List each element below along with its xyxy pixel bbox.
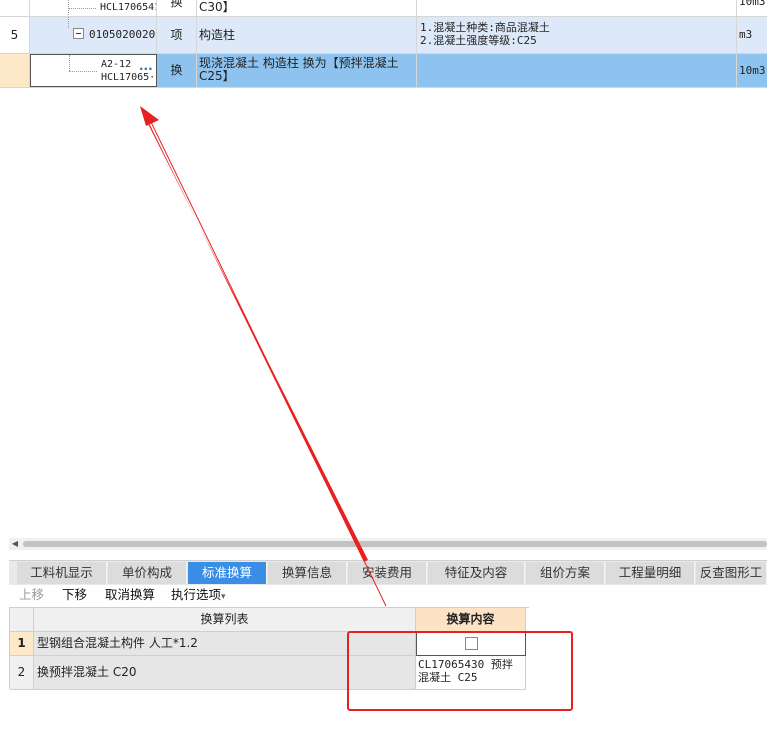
more-button[interactable]: ··· — [139, 62, 153, 76]
annotation-arrow-wedge — [140, 108, 368, 562]
corner-cell — [10, 608, 34, 632]
unit-cell: 10m3 — [739, 64, 766, 77]
code-cell[interactable]: 010502002001 — [30, 17, 157, 53]
feature-cell — [417, 54, 737, 87]
tab-conversion-info[interactable]: 换算信息 — [268, 562, 347, 584]
feature-line: 2.混凝土强度等级:C25 — [420, 34, 537, 47]
feature-cell: 1.混凝土种类:商品混凝土 2.混凝土强度等级:C25 — [417, 17, 737, 53]
feature-cell — [417, 0, 737, 16]
name-cell: C30】 — [197, 0, 417, 16]
top-grid-row-partial[interactable]: HCL17065410··· 换 C30】 10m3 — [0, 0, 767, 17]
tab-standard-conversion[interactable]: 标准换算 — [188, 562, 267, 584]
code-cell[interactable]: HCL17065410··· — [30, 0, 157, 16]
code-label: 010502002001 — [89, 28, 156, 41]
type-cell: 换 — [157, 0, 197, 16]
row-header: 2 — [10, 656, 34, 690]
tab-install-fees[interactable]: 安装费用 — [348, 562, 427, 584]
cancel-conversion-button[interactable]: 取消换算 — [105, 585, 155, 605]
collapse-icon[interactable] — [73, 28, 84, 39]
sub-code-label: HCL17065410··· — [100, 2, 156, 13]
move-down-button[interactable]: 下移 — [62, 585, 87, 605]
unit-cell: m3 — [739, 28, 753, 41]
row-number-cell — [0, 54, 30, 87]
row-number-cell — [0, 0, 30, 16]
row-number-cell: 5 — [0, 17, 30, 53]
feature-line: 1.混凝土种类:商品混凝土 — [420, 21, 550, 34]
scrollbar-thumb[interactable] — [23, 541, 767, 547]
sub-code-label: A2-12 — [101, 59, 132, 70]
conversion-toolbar: 上移 下移 取消换算 执行选项▾ — [9, 585, 767, 605]
scroll-left-arrow[interactable]: ◀ — [9, 538, 21, 550]
tab-quantity-detail[interactable]: 工程量明细 — [606, 562, 695, 584]
tree-line — [69, 71, 97, 72]
execute-options-button[interactable]: 执行选项▾ — [171, 585, 226, 607]
bottom-tab-bar: 工料机显示 单价构成 标准换算 换算信息 安装费用 特征及内容 组价方案 工程量… — [9, 560, 767, 585]
tree-line — [68, 8, 96, 9]
column-header-list: 换算列表 — [34, 608, 416, 632]
top-grid-row-5[interactable]: 5 010502002001 项 构造柱 1.混凝土种类:商品混凝土 2.混凝土… — [0, 17, 767, 54]
annotation-arrow-head — [140, 106, 159, 126]
tree-line — [69, 55, 70, 71]
move-up-button[interactable]: 上移 — [19, 585, 44, 605]
name-line: C25】 — [199, 69, 235, 83]
tree-line — [68, 17, 69, 28]
annotation-arrow-tail — [149, 119, 387, 607]
unit-cell: 10m3 — [739, 0, 766, 8]
top-grid-row-selected[interactable]: A2-12 HCL17065··· ··· 换 现浇混凝土 构造柱 换为【预拌混… — [0, 54, 767, 88]
horizontal-scrollbar[interactable]: ◀ — [9, 538, 767, 550]
name-cell: 构造柱 — [197, 17, 417, 53]
tab-pricing-plan[interactable]: 组价方案 — [526, 562, 605, 584]
column-header-content: 换算内容 — [416, 608, 526, 632]
code-cell-editing[interactable]: A2-12 HCL17065··· ··· — [30, 54, 157, 87]
annotation-highlight-box — [347, 631, 573, 711]
tab-material-display[interactable]: 工料机显示 — [17, 562, 107, 584]
execute-options-label: 执行选项 — [171, 587, 222, 602]
tab-reverse-graphic[interactable]: 反查图形工 — [696, 562, 767, 584]
type-cell: 换 — [157, 54, 197, 87]
tab-features[interactable]: 特征及内容 — [428, 562, 525, 584]
chevron-down-icon: ▾ — [221, 592, 226, 602]
name-cell: 现浇混凝土 构造柱 换为【预拌混凝土 C25】 — [197, 54, 417, 87]
row-header: 1 — [10, 632, 34, 656]
tab-unit-price[interactable]: 单价构成 — [108, 562, 187, 584]
type-cell: 项 — [157, 17, 197, 53]
